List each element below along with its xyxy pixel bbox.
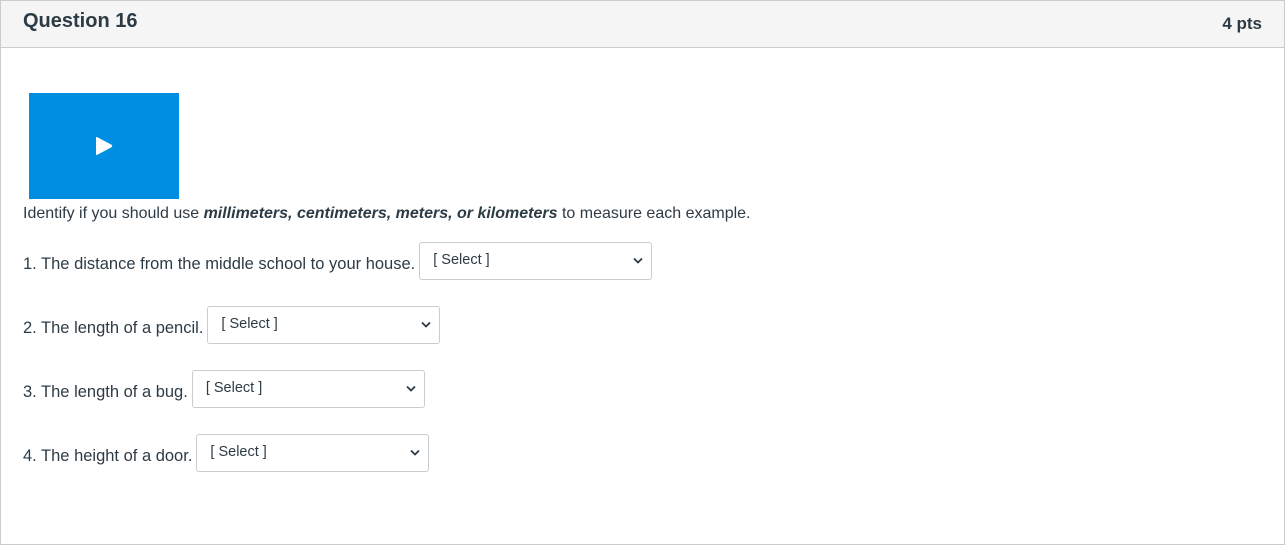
select-value: [ Select ] <box>210 444 267 460</box>
instructions-units: millimeters, centimeters, meters, or kil… <box>203 205 558 222</box>
item-label: 2. The length of a pencil. <box>23 318 204 337</box>
media-play-button[interactable] <box>29 93 179 199</box>
question-title: Question 16 <box>23 10 138 32</box>
answer-select-1[interactable]: [ Select ] <box>419 242 653 280</box>
question-item-2: 2. The length of a pencil. [ Select ] <box>23 306 441 344</box>
question-header: Question 16 4 pts <box>1 1 1284 48</box>
instructions: Identify if you should use millimeters, … <box>23 205 751 223</box>
question-item-1: 1. The distance from the middle school t… <box>23 242 653 280</box>
play-icon <box>96 136 113 156</box>
select-value: [ Select ] <box>205 380 263 396</box>
question-card: Question 16 4 pts Identify if you should… <box>0 0 1285 545</box>
instructions-suffix: to measure each example. <box>557 205 751 222</box>
chevron-down-icon <box>406 385 416 392</box>
answer-select-4[interactable]: [ Select ] <box>196 434 430 472</box>
instructions-prefix: Identify if you should use <box>23 205 204 222</box>
select-value: [ Select ] <box>221 316 278 332</box>
select-value: [ Select ] <box>433 252 490 268</box>
item-label: 4. The height of a door. <box>23 446 193 465</box>
item-label: 3. The length of a bug. <box>23 382 188 401</box>
answer-select-3[interactable]: [ Select ] <box>191 370 425 408</box>
question-item-4: 4. The height of a door. [ Select ] <box>23 434 430 472</box>
item-label: 1. The distance from the middle school t… <box>23 254 416 273</box>
chevron-down-icon <box>633 257 643 264</box>
chevron-down-icon <box>421 321 432 328</box>
question-points: 4 pts <box>1222 14 1262 33</box>
chevron-down-icon <box>410 449 421 456</box>
answer-select-2[interactable]: [ Select ] <box>207 306 441 344</box>
question-item-3: 3. The length of a bug. [ Select ] <box>23 370 425 408</box>
